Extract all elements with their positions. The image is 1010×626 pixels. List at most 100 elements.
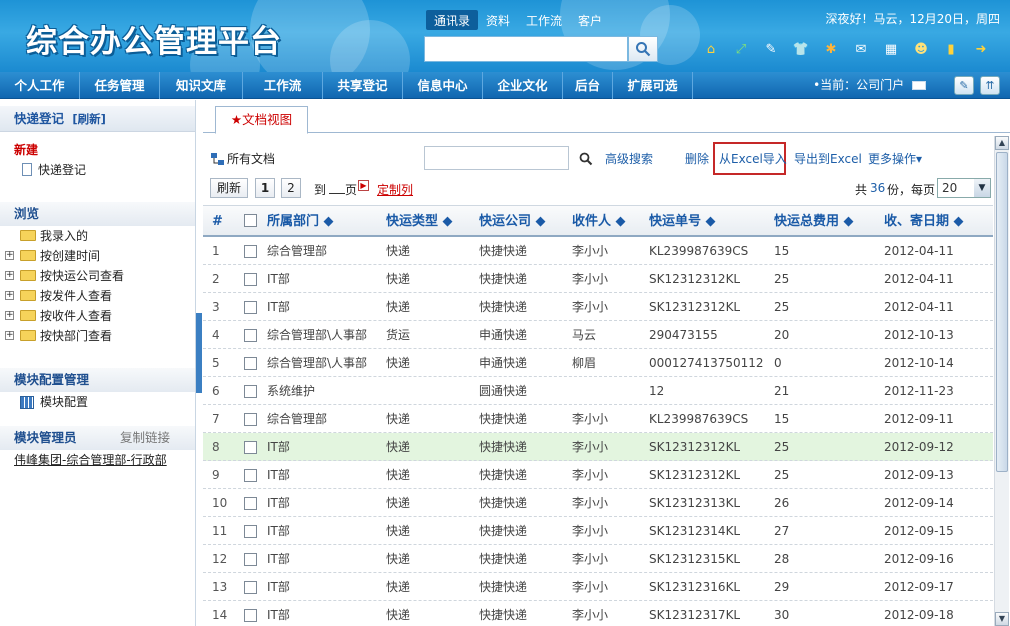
sidebar-item-by-sender[interactable]: + 按发件人查看: [0, 286, 195, 306]
row-checkbox[interactable]: [244, 385, 257, 398]
row-checkbox[interactable]: [244, 609, 257, 622]
sidebar-refresh-link[interactable]: [刷新]: [72, 112, 106, 126]
calendar-icon[interactable]: ▦: [880, 38, 902, 60]
vertical-scrollbar[interactable]: ▲ ▼: [994, 136, 1009, 626]
sidebar-item-my-entries[interactable]: 我录入的: [0, 226, 195, 246]
nav-task-management[interactable]: 任务管理: [80, 72, 160, 99]
table-row[interactable]: 1 综合管理部 快递 快捷快递 李小小 KL239987639CS 15 2012-04-11: [203, 237, 993, 265]
table-row[interactable]: 13 IT部 快递 快捷快递 李小小 SK12312316KL 29 2012-09-17: [203, 573, 993, 601]
nav-workflow[interactable]: 工作流: [243, 72, 323, 99]
row-checkbox[interactable]: [244, 329, 257, 342]
customize-columns-link[interactable]: 定制列: [377, 181, 413, 198]
arrows-icon[interactable]: ⤢: [730, 38, 752, 60]
notebook-icon[interactable]: ▮: [940, 38, 962, 60]
scroll-thumb[interactable]: [996, 152, 1008, 472]
nav-extensions[interactable]: 扩展可选: [613, 72, 693, 99]
refresh-button[interactable]: 刷新: [210, 178, 248, 198]
scroll-up-icon[interactable]: ▲: [995, 136, 1009, 150]
row-checkbox[interactable]: [244, 581, 257, 594]
table-row[interactable]: 11 IT部 快递 快捷快递 李小小 SK12312314KL 27 2012-09-15: [203, 517, 993, 545]
row-checkbox[interactable]: [244, 273, 257, 286]
page-2-button[interactable]: 2: [281, 178, 301, 198]
row-checkbox[interactable]: [244, 413, 257, 426]
expand-icon[interactable]: +: [5, 271, 14, 280]
delete-link[interactable]: 删除: [685, 150, 709, 167]
col-fee-header[interactable]: 快运总费用 ◆: [774, 206, 854, 238]
portal-icon[interactable]: [912, 81, 926, 90]
nav-corporate-culture[interactable]: 企业文化: [483, 72, 563, 99]
sidebar-item-by-created-time[interactable]: + 按创建时间: [0, 246, 195, 266]
row-checkbox[interactable]: [244, 357, 257, 370]
row-checkbox[interactable]: [244, 497, 257, 510]
pencil-icon[interactable]: ✎: [954, 76, 974, 95]
import-excel-link[interactable]: 从Excel导入: [719, 150, 787, 167]
expand-icon[interactable]: +: [5, 331, 14, 340]
select-all-checkbox[interactable]: [244, 214, 257, 227]
col-tracking-header[interactable]: 快运单号 ◆: [649, 206, 716, 238]
table-row[interactable]: 10 IT部 快递 快捷快递 李小小 SK12312313KL 26 2012-09-14: [203, 489, 993, 517]
table-row[interactable]: 3 IT部 快递 快捷快递 李小小 SK12312312KL 25 2012-04-11: [203, 293, 993, 321]
topnav-contacts[interactable]: 通讯录: [426, 10, 479, 30]
table-row[interactable]: 9 IT部 快递 快捷快递 李小小 SK12312312KL 25 2012-09-13: [203, 461, 993, 489]
table-row[interactable]: 6 系统维护 圆通快递 12 21 2012-11-23: [203, 377, 993, 405]
edit-icon[interactable]: ✎: [760, 38, 782, 60]
more-actions-menu[interactable]: 更多操作▾: [868, 150, 922, 167]
sidebar-item-by-department[interactable]: + 按快部门查看: [0, 326, 195, 346]
go-button[interactable]: ▶: [358, 180, 369, 191]
export-excel-link[interactable]: 导出到Excel: [794, 150, 862, 167]
gear-icon[interactable]: ✱: [820, 38, 842, 60]
shirt-icon[interactable]: 👕: [790, 38, 812, 60]
table-row[interactable]: 8 IT部 快递 快捷快递 李小小 SK12312312KL 25 2012-09-12: [203, 433, 993, 461]
row-checkbox[interactable]: [244, 553, 257, 566]
expand-icon[interactable]: +: [5, 311, 14, 320]
collapse-up-icon[interactable]: ⇈: [980, 76, 1000, 95]
sidebar-collapse-handle[interactable]: [196, 313, 202, 393]
table-row[interactable]: 5 综合管理部\人事部 快递 申通快递 柳眉 000127413750112 0 2012-1…: [203, 349, 993, 377]
scroll-down-icon[interactable]: ▼: [995, 612, 1009, 626]
goto-page-input[interactable]: [329, 193, 345, 194]
sidebar-admin-name[interactable]: 伟峰集团-综合管理部-行政部: [0, 450, 195, 470]
table-row[interactable]: 14 IT部 快递 快捷快递 李小小 SK12312317KL 30 2012-09-18: [203, 601, 993, 626]
row-checkbox[interactable]: [244, 441, 257, 454]
col-date-header[interactable]: 收、寄日期 ◆: [884, 206, 964, 238]
row-checkbox[interactable]: [244, 469, 257, 482]
topnav-materials[interactable]: 资料: [478, 10, 518, 30]
all-documents[interactable]: 所有文档: [211, 150, 275, 167]
global-search-input[interactable]: [424, 36, 628, 62]
topnav-workflow[interactable]: 工作流: [518, 10, 570, 30]
expand-icon[interactable]: +: [5, 251, 14, 260]
users-icon[interactable]: ☻: [910, 38, 932, 60]
nav-backend[interactable]: 后台: [563, 72, 613, 99]
copy-link-button[interactable]: 复制链接: [120, 426, 170, 450]
nav-knowledge-library[interactable]: 知识文库: [160, 72, 243, 99]
exit-icon[interactable]: ➜: [970, 38, 992, 60]
table-row[interactable]: 12 IT部 快递 快捷快递 李小小 SK12312315KL 28 2012-09-16: [203, 545, 993, 573]
row-checkbox[interactable]: [244, 525, 257, 538]
col-courier-header[interactable]: 快运公司 ◆: [479, 206, 546, 238]
nav-info-center[interactable]: 信息中心: [403, 72, 483, 99]
mail-icon[interactable]: ✉: [850, 38, 872, 60]
col-recipient-header[interactable]: 收件人 ◆: [572, 206, 626, 238]
advanced-search-link[interactable]: 高级搜索: [605, 150, 653, 167]
page-1-button[interactable]: 1: [255, 178, 275, 198]
table-row[interactable]: 2 IT部 快递 快捷快递 李小小 SK12312312KL 25 2012-04-11: [203, 265, 993, 293]
nav-personal-work[interactable]: 个人工作: [0, 72, 80, 99]
topnav-customers[interactable]: 客户: [570, 10, 610, 30]
document-search-input[interactable]: [424, 146, 569, 170]
sidebar-item-express-register[interactable]: 快递登记: [0, 160, 195, 180]
page-size-select[interactable]: 20 ▼: [937, 178, 991, 198]
expand-icon[interactable]: +: [5, 291, 14, 300]
sidebar-item-by-recipient[interactable]: + 按收件人查看: [0, 306, 195, 326]
global-search-button[interactable]: [628, 36, 658, 62]
sidebar-item-module-config[interactable]: 模块配置: [0, 392, 195, 412]
row-checkbox[interactable]: [244, 301, 257, 314]
home-icon[interactable]: ⌂: [700, 38, 722, 60]
tab-document-view[interactable]: ★文档视图: [215, 106, 308, 134]
col-department-header[interactable]: 所属部门 ◆: [267, 206, 334, 238]
table-row[interactable]: 4 综合管理部\人事部 货运 申通快递 马云 290473155 20 2012-10-13: [203, 321, 993, 349]
search-icon[interactable]: [579, 152, 593, 166]
table-row[interactable]: 7 综合管理部 快递 快捷快递 李小小 KL239987639CS 15 2012-09-11: [203, 405, 993, 433]
nav-shared-registration[interactable]: 共享登记: [323, 72, 403, 99]
row-checkbox[interactable]: [244, 245, 257, 258]
sidebar-item-by-courier[interactable]: + 按快运公司查看: [0, 266, 195, 286]
